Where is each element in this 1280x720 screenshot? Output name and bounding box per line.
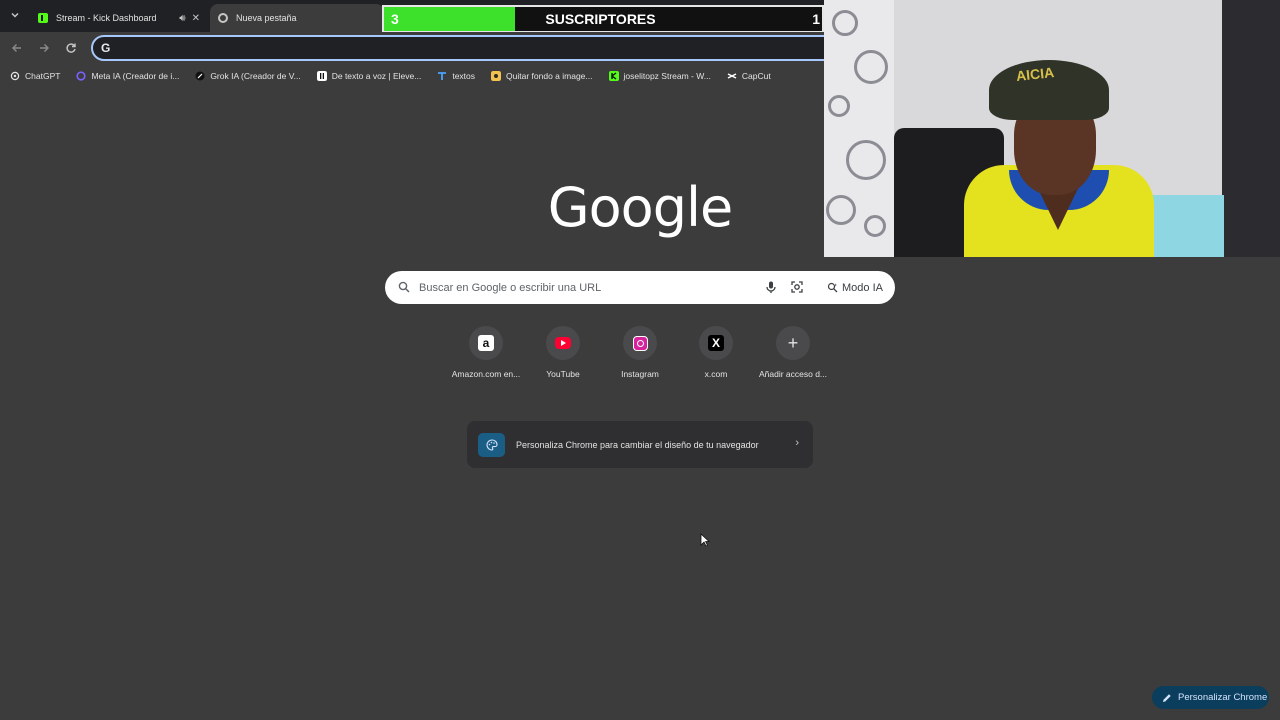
chevron-right-icon: › <box>795 437 799 449</box>
bookmark-label: joselitopz Stream - W... <box>623 71 711 81</box>
shortcut-tile: X <box>699 326 733 360</box>
subscriber-count: 3 <box>391 11 399 27</box>
bookmark-label: CapCut <box>741 71 771 81</box>
google-g-icon: G <box>101 41 111 55</box>
forward-arrow-icon <box>40 44 49 52</box>
bookmark-label: De texto a voz | Eleve... <box>331 71 422 81</box>
speaker-icon[interactable]: 🔊︎ <box>179 13 185 24</box>
tab-title: Stream - Kick Dashboard <box>56 13 157 23</box>
bookmark-textos[interactable]: textos <box>437 71 475 81</box>
bookmark-joselitopz-stream[interactable]: joselitopz Stream - W... <box>608 71 711 81</box>
webcam-overlay: AICIA <box>824 0 1280 257</box>
bookmark-label: ChatGPT <box>25 71 61 81</box>
x-icon: X <box>708 335 724 351</box>
browser-window: Stream - Kick Dashboard 🔊︎ ✕ Nueva pesta… <box>0 0 1280 720</box>
plus-icon: + <box>787 332 799 353</box>
elevenlabs-icon <box>316 71 327 81</box>
textos-icon <box>438 72 447 80</box>
shortcut-label: Instagram <box>621 369 659 379</box>
shortcut-label: Amazon.com en... <box>451 369 521 379</box>
shortcut-youtube[interactable]: YouTube <box>525 326 601 379</box>
ai-mode-label: Modo IA <box>842 281 883 294</box>
shortcuts-grid: a Amazon.com en... YouTube Instagram X x… <box>448 326 832 386</box>
instagram-icon <box>632 335 648 351</box>
shortcut-tile: + <box>776 326 810 360</box>
reload-button[interactable] <box>63 40 79 56</box>
google-logo: Google <box>547 176 733 239</box>
chevron-down-icon <box>11 12 19 18</box>
tab-title: Nueva pestaña <box>236 13 297 23</box>
shortcut-label: Añadir acceso d... <box>758 369 828 379</box>
palette-icon <box>478 433 505 457</box>
shortcut-tile: a <box>469 326 503 360</box>
tab-kick-dashboard[interactable]: Stream - Kick Dashboard 🔊︎ ✕ <box>30 4 208 32</box>
bookmark-label: Meta IA (Creador de i... <box>91 71 180 81</box>
shortcut-amazon[interactable]: a Amazon.com en... <box>448 326 524 379</box>
forward-button[interactable] <box>36 40 52 56</box>
bookmark-label: Quitar fondo a image... <box>506 71 593 81</box>
search-input[interactable] <box>419 271 739 304</box>
bookmark-label: Grok IA (Creador de V... <box>210 71 301 81</box>
microphone-icon[interactable] <box>764 280 778 294</box>
subscriber-goal: 1 <box>812 11 820 27</box>
reload-icon <box>66 43 76 53</box>
search-icon <box>398 281 410 293</box>
search-box[interactable]: Modo IA <box>385 271 895 304</box>
customize-chrome-card[interactable]: Personaliza Chrome para cambiar el diseñ… <box>467 421 813 468</box>
customize-card-text: Personaliza Chrome para cambiar el diseñ… <box>516 439 759 450</box>
bookmark-quitar-fondo[interactable]: Quitar fondo a image... <box>491 71 593 81</box>
kick-icon <box>38 13 48 23</box>
curtain <box>824 0 894 257</box>
address-bar[interactable]: G <box>91 35 851 61</box>
tab-new-tab[interactable]: Nueva pestaña <box>210 4 384 32</box>
shortcut-add[interactable]: + Añadir acceso d... <box>755 326 831 379</box>
bookmark-meta-ia[interactable]: Meta IA (Creador de i... <box>76 71 179 81</box>
google-lens-icon[interactable] <box>790 280 804 294</box>
pencil-icon <box>1163 693 1171 702</box>
bookmark-label: textos <box>452 71 476 81</box>
shortcut-tile <box>546 326 580 360</box>
removebg-icon <box>491 71 502 81</box>
bookmark-grok-ia[interactable]: Grok IA (Creador de V... <box>195 71 301 81</box>
shortcut-x[interactable]: X x.com <box>678 326 754 379</box>
meta-ai-icon <box>76 71 87 81</box>
ai-mode-button[interactable]: Modo IA <box>819 277 891 298</box>
bookmark-elevenlabs[interactable]: De texto a voz | Eleve... <box>316 71 422 81</box>
shortcut-label: x.com <box>704 369 728 379</box>
chrome-icon <box>218 13 228 23</box>
grok-icon <box>195 71 205 81</box>
subscriber-goal-bar: 3 SUSCRIPTORES 1 <box>382 5 824 33</box>
capcut-icon <box>727 73 737 79</box>
dark-wall <box>1222 0 1280 257</box>
kick-icon <box>608 71 619 81</box>
tab-search-button[interactable] <box>6 6 24 24</box>
close-icon[interactable]: ✕ <box>192 13 200 24</box>
mouse-cursor-icon <box>700 533 710 547</box>
bookmark-chatgpt[interactable]: ChatGPT <box>10 71 60 81</box>
subscriber-label: SUSCRIPTORES <box>545 11 656 27</box>
youtube-icon <box>555 337 571 349</box>
back-arrow-icon <box>12 44 21 52</box>
customize-chrome-button[interactable]: Personalizar Chrome <box>1152 686 1269 709</box>
amazon-icon: a <box>478 335 494 351</box>
shortcut-tile <box>623 326 657 360</box>
customize-chrome-label: Personalizar Chrome <box>1178 692 1268 703</box>
bookmark-capcut[interactable]: CapCut <box>727 71 771 81</box>
shortcut-instagram[interactable]: Instagram <box>602 326 678 379</box>
chatgpt-icon <box>10 71 20 81</box>
back-button[interactable] <box>9 40 25 56</box>
shortcut-label: YouTube <box>546 369 580 379</box>
ai-mode-icon <box>827 282 838 293</box>
